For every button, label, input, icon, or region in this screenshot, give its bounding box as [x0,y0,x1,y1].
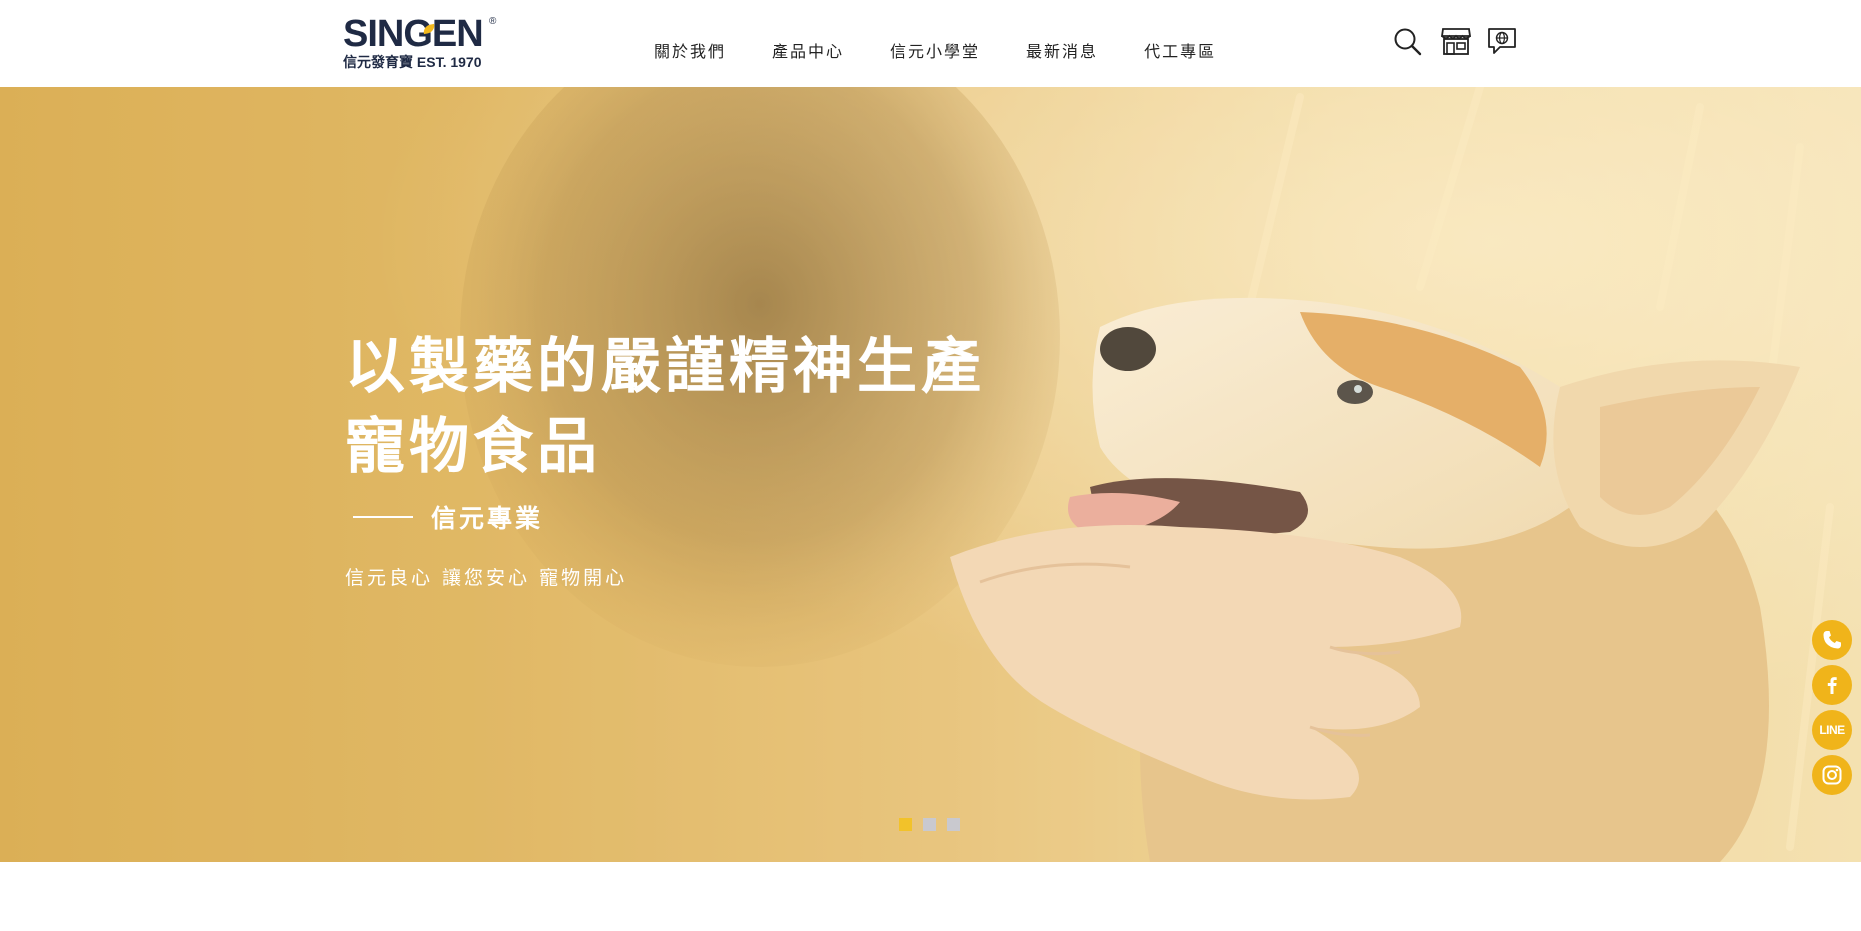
site-header: SINGEN ® 信元發育寶 EST. 1970 關於我們 產品中心 信元小學堂… [0,0,1861,87]
store-icon[interactable] [1440,26,1472,56]
slider-dot-1[interactable] [899,818,912,831]
registered-mark: ® [489,16,497,27]
slider-dot-3[interactable] [947,818,960,831]
nav-item-products[interactable]: 產品中心 [772,38,844,62]
nav-item-school[interactable]: 信元小學堂 [890,38,980,62]
language-icon[interactable] [1486,26,1518,56]
brand-name: SINGEN [343,13,484,55]
facebook-icon[interactable] [1812,665,1852,705]
line-icon[interactable]: LINE [1812,710,1852,750]
hero-title: 以製藥的嚴謹精神生產 寵物食品 [345,327,985,487]
brand-logo[interactable]: SINGEN ® 信元發育寶 EST. 1970 [343,14,503,72]
search-icon[interactable] [1392,26,1424,56]
nav-item-about[interactable]: 關於我們 [654,38,726,62]
nav-item-news[interactable]: 最新消息 [1026,38,1098,62]
hero-subtitle: 信元專業 [431,504,544,533]
hero-tagline: 信元良心 讓您安心 寵物開心 [345,567,628,589]
main-nav: 關於我們 產品中心 信元小學堂 最新消息 代工專區 [654,38,1216,62]
slider-dot-2[interactable] [923,818,936,831]
hero-title-line1: 以製藥的嚴謹精神生產 [345,332,985,402]
hero-title-line2: 寵物食品 [345,412,601,482]
nav-item-oem[interactable]: 代工專區 [1144,38,1216,62]
instagram-icon[interactable] [1812,755,1852,795]
hero-banner: 以製藥的嚴謹精神生產 寵物食品 信元專業 信元良心 讓您安心 寵物開心 [0,87,1861,862]
subtitle-divider [353,516,413,518]
brand-sub: 信元發育寶 EST. 1970 [343,54,482,70]
line-label: LINE [1819,723,1845,737]
slider-dots [899,818,971,831]
phone-icon[interactable] [1812,620,1852,660]
